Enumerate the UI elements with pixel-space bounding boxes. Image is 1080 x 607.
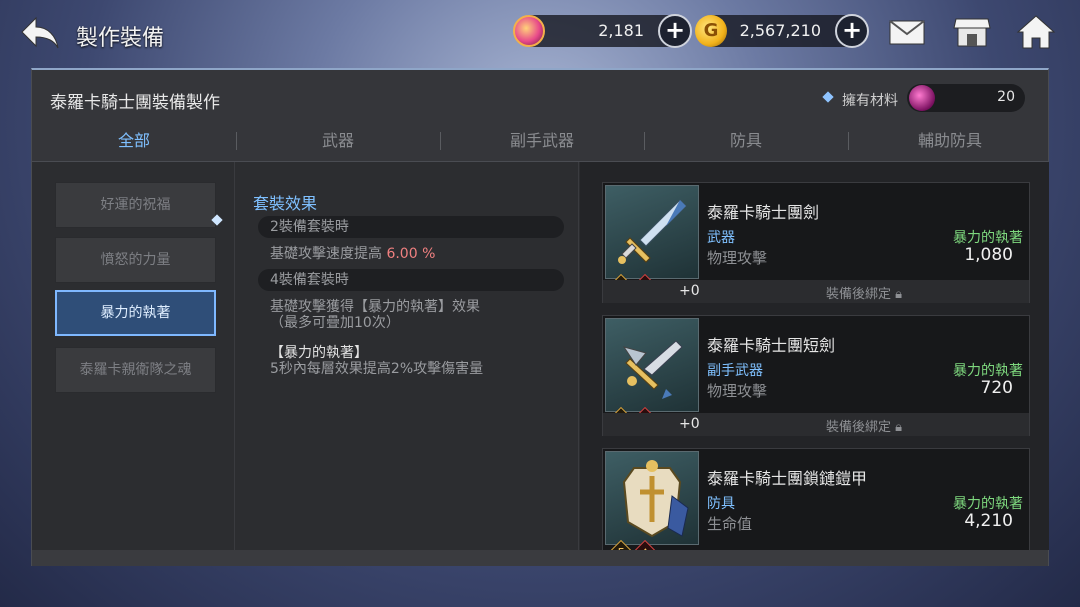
set-tier-4-effect: 基礎攻擊獲得【暴力的執著】效果 [270, 299, 480, 315]
craft-panel: 泰羅卡騎士團裝備製作 擁有材料 20 全部 武器 副手武器 防具 輔助防具 好運… [31, 68, 1049, 566]
set-tier-4-header: 4裝備套裝時 [258, 269, 564, 291]
bind-text: 裝備後綁定 [825, 287, 891, 302]
add-gem-button[interactable]: + [658, 14, 692, 48]
item-type: 防具 [707, 496, 735, 512]
gold-value: 2,567,210 [739, 21, 821, 40]
add-gold-button[interactable]: + [835, 14, 869, 48]
set-tier-2-effect: 基礎攻擊速度提高 6.00 % [270, 246, 435, 262]
shop-icon[interactable] [952, 14, 992, 50]
gold-currency: G 2,567,210 + [695, 14, 869, 48]
back-arrow-icon[interactable] [18, 12, 62, 52]
item-type: 副手武器 [707, 363, 763, 379]
buff-name: 【暴力的執著】 [270, 345, 368, 361]
item-card[interactable]: 5 ♦ +0 裝備後綁定 🔒︎ 泰羅卡騎士團劍 武器 暴力的執著 物理攻擊 1,… [602, 182, 1030, 303]
enhance-level: +0 [679, 283, 700, 299]
bind-status: 裝備後綁定 🔒︎ [699, 416, 1029, 435]
item-name: 泰羅卡騎士團短劍 [707, 336, 836, 355]
effect-text: 基礎攻擊速度提高 [270, 246, 382, 262]
panel-header: 泰羅卡騎士團裝備製作 擁有材料 20 [32, 70, 1048, 126]
tab-armor[interactable]: 防具 [644, 126, 848, 162]
item-set: 暴力的執著 [953, 363, 1023, 379]
set-item[interactable]: 憤怒的力量 [55, 237, 216, 283]
tab-accessory-armor[interactable]: 輔助防具 [848, 126, 1052, 162]
effect-value: 6.00 % [386, 246, 436, 262]
top-bar: 製作裝備 2,181 + G 2,567,210 + [0, 0, 1080, 66]
lock-icon: 🔒︎ [895, 420, 903, 435]
item-stat-value: 720 [980, 378, 1013, 398]
set-effect-panel: 套裝效果 2裝備套裝時 基礎攻擊速度提高 6.00 % 4裝備套裝時 基礎攻擊獲… [236, 162, 579, 550]
item-stat-label: 生命值 [707, 515, 753, 533]
mail-icon[interactable] [887, 14, 927, 50]
gold-coin-icon: G [695, 15, 727, 47]
gem-icon [513, 15, 545, 47]
set-tier-4-effect-note: （最多可疊加10次） [270, 315, 400, 331]
set-item[interactable]: 好運的祝福 [55, 182, 216, 228]
item-list[interactable]: 5 ♦ +0 裝備後綁定 🔒︎ 泰羅卡騎士團劍 武器 暴力的執著 物理攻擊 1,… [580, 162, 1049, 550]
bind-status: 裝備後綁定 🔒︎ [699, 283, 1029, 302]
panel-title: 泰羅卡騎士團裝備製作 [50, 93, 220, 113]
material-label: 擁有材料 [842, 93, 898, 109]
diamond-bullet-icon [822, 91, 834, 103]
set-tier-2-header: 2裝備套裝時 [258, 216, 564, 238]
tab-offhand[interactable]: 副手武器 [440, 126, 644, 162]
item-type: 武器 [707, 230, 735, 246]
tab-weapon[interactable]: 武器 [236, 126, 440, 162]
set-item-selected[interactable]: 暴力的執著 [55, 290, 216, 336]
material-icon [909, 85, 935, 111]
sword-icon [605, 185, 699, 279]
item-card[interactable]: 5 ♦ +0 裝備後綁定 🔒︎ 泰羅卡騎士團短劍 副手武器 暴力的執著 物理攻擊… [602, 315, 1030, 436]
page-title: 製作裝備 [76, 26, 165, 51]
home-icon[interactable] [1016, 14, 1056, 50]
lock-icon: 🔒︎ [895, 287, 903, 302]
item-set: 暴力的執著 [953, 230, 1023, 246]
category-tabs: 全部 武器 副手武器 防具 輔助防具 [32, 126, 1048, 162]
item-name: 泰羅卡騎士團鎖鏈鎧甲 [707, 469, 868, 488]
item-card[interactable]: 5 ♦ 泰羅卡騎士團鎖鏈鎧甲 防具 暴力的執著 生命值 4,210 [602, 448, 1030, 550]
buff-description: 5秒內每層效果提高2%攻擊傷害量 [270, 361, 484, 377]
item-stat-label: 物理攻擊 [707, 249, 768, 267]
item-stat-label: 物理攻擊 [707, 382, 768, 400]
item-name: 泰羅卡騎士團劍 [707, 203, 820, 222]
item-stat-value: 1,080 [964, 245, 1013, 265]
item-stat-value: 4,210 [964, 511, 1013, 531]
material-count: 20 [997, 89, 1015, 105]
bind-text: 裝備後綁定 [825, 420, 891, 435]
set-list: 好運的祝福 憤怒的力量 暴力的執著 泰羅卡親衛隊之魂 [32, 162, 235, 550]
material-counter: 20 [907, 84, 1025, 112]
gem-value: 2,181 [598, 21, 644, 40]
set-effect-title: 套裝效果 [253, 194, 318, 213]
set-item[interactable]: 泰羅卡親衛隊之魂 [55, 347, 216, 393]
item-set: 暴力的執著 [953, 496, 1023, 512]
dagger-icon [605, 318, 699, 412]
panel-footer [32, 550, 1048, 566]
tab-all[interactable]: 全部 [32, 126, 236, 162]
enhance-level: +0 [679, 416, 700, 432]
chest-armor-icon [605, 451, 699, 545]
gem-currency: 2,181 + [513, 14, 692, 48]
